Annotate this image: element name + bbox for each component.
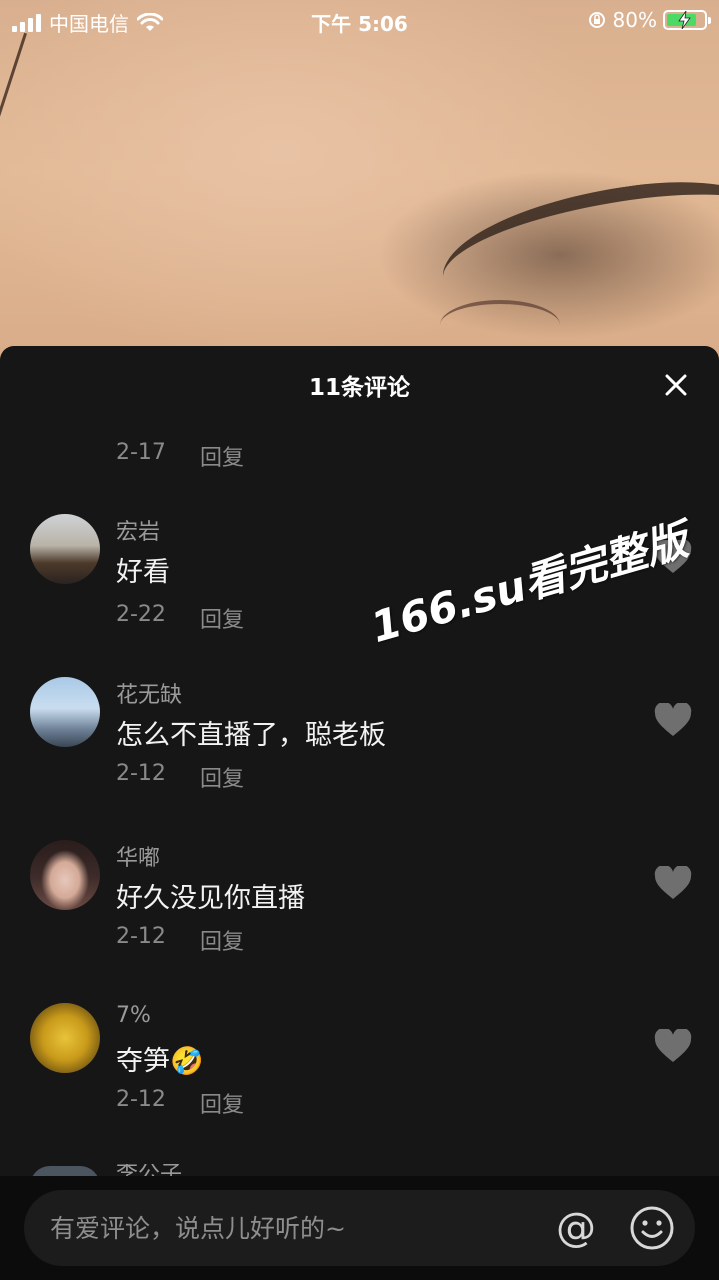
video-detail bbox=[433, 167, 719, 323]
battery-percent: 80% bbox=[612, 8, 657, 32]
reply-button[interactable]: 回复 bbox=[200, 761, 244, 793]
comment-username[interactable]: 宏岩 bbox=[116, 514, 160, 546]
comment-meta: 2-12 回复 bbox=[116, 1087, 244, 1119]
avatar[interactable] bbox=[30, 1003, 100, 1073]
comment-meta: 2-22 回复 bbox=[116, 602, 244, 634]
orientation-lock-icon bbox=[588, 12, 605, 28]
heart-icon[interactable] bbox=[654, 866, 692, 900]
comment-username[interactable]: 7% bbox=[116, 1003, 151, 1028]
comment-input-bar: @ bbox=[0, 1176, 719, 1280]
laughing-emoji: 🤣 bbox=[170, 1046, 204, 1077]
status-bar: 中国电信 下午 5:06 80% bbox=[0, 0, 719, 40]
comment-item: 华嘟 好久没见你直播 2-12 回复 bbox=[0, 840, 719, 990]
video-detail bbox=[440, 300, 560, 350]
comment-username[interactable]: 花无缺 bbox=[116, 677, 182, 709]
comment-text: 夺笋🤣 bbox=[116, 1039, 204, 1078]
comment-meta: 2-17 回复 bbox=[116, 440, 244, 472]
reply-button[interactable]: 回复 bbox=[200, 602, 244, 634]
reply-button[interactable]: 回复 bbox=[200, 440, 244, 472]
reply-button[interactable]: 回复 bbox=[200, 1087, 244, 1119]
charging-bolt-icon bbox=[678, 11, 691, 29]
avatar[interactable] bbox=[30, 514, 100, 584]
video-background bbox=[0, 0, 719, 380]
mention-button[interactable]: @ bbox=[552, 1204, 600, 1252]
comment-date: 2-12 bbox=[116, 924, 166, 949]
close-icon[interactable] bbox=[663, 372, 689, 398]
comment-date: 2-12 bbox=[116, 761, 166, 786]
comment-meta: 2-12 回复 bbox=[116, 924, 244, 956]
sheet-title: 11条评论 bbox=[308, 375, 410, 401]
comment-meta: 2-12 回复 bbox=[116, 761, 244, 793]
comment-text: 怎么不直播了，聪老板 bbox=[116, 720, 386, 751]
comment-date: 2-12 bbox=[116, 1087, 166, 1112]
comment-text: 好看 bbox=[116, 557, 170, 588]
comment-input-box: @ bbox=[24, 1190, 695, 1266]
avatar[interactable] bbox=[30, 840, 100, 910]
comment-date: 2-17 bbox=[116, 440, 166, 465]
avatar[interactable] bbox=[30, 677, 100, 747]
comment-date: 2-22 bbox=[116, 602, 166, 627]
emoji-icon[interactable] bbox=[628, 1204, 676, 1252]
comment-item: 花无缺 怎么不直播了，聪老板 2-12 回复 bbox=[0, 677, 719, 827]
comment-input[interactable] bbox=[50, 1204, 530, 1252]
comment-text-body: 夺笋 bbox=[116, 1046, 170, 1077]
status-right: 80% bbox=[587, 8, 711, 32]
comment-item: 7% 夺笋🤣 2-12 回复 bbox=[0, 1003, 719, 1153]
heart-icon[interactable] bbox=[654, 703, 692, 737]
video-detail bbox=[0, 32, 28, 158]
reply-button[interactable]: 回复 bbox=[200, 924, 244, 956]
comment-username[interactable]: 华嘟 bbox=[116, 840, 160, 872]
comment-text: 好久没见你直播 bbox=[116, 883, 305, 914]
heart-icon[interactable] bbox=[654, 1029, 692, 1063]
battery-icon bbox=[663, 10, 711, 30]
